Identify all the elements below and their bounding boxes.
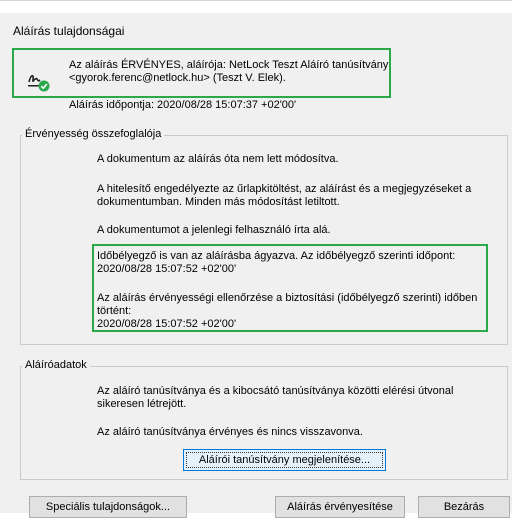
signer-chain-line1: Az aláíró tanúsítványa és a kibocsátó ta… xyxy=(97,385,454,397)
top-divider xyxy=(0,0,512,1)
show-signer-certificate-button[interactable]: Aláírói tanúsítvány megjelenítése... xyxy=(183,449,386,471)
validity-permissions-line1: A hitelesítő engedélyezte az űrlapkitölt… xyxy=(97,183,472,195)
validate-signature-button[interactable]: Aláírás érvényesítése xyxy=(275,496,405,518)
close-button[interactable]: Bezárás xyxy=(418,496,510,518)
timestamp-embedded-text: Időbélyegző is van az aláírásba ágyazva.… xyxy=(97,250,456,262)
signing-time: Aláírás időpontja: 2020/08/28 15:07:37 +… xyxy=(69,99,297,111)
timestamp-embedded-time: 2020/08/28 15:07:52 +02'00' xyxy=(97,263,237,275)
validity-permissions-line2: dokumentumban. Minden más módosítást let… xyxy=(97,196,340,208)
valid-signature-icon xyxy=(28,74,50,92)
validity-current-user-text: A dokumentumot a jelenlegi felhasználó í… xyxy=(97,224,331,236)
validity-unmodified-text: A dokumentum az aláírás óta nem lett mód… xyxy=(97,153,339,165)
dialog-title: Aláírás tulajdonságai xyxy=(13,24,125,38)
signature-status-text: Az aláírás ÉRVÉNYES, aláírója: NetLock T… xyxy=(69,59,389,71)
timestamp-validation-line1: Az aláírás érvényességi ellenőrzése a bi… xyxy=(97,292,478,304)
signer-info-label: Aláíróadatok xyxy=(22,359,90,371)
validity-summary-label: Érvényesség összefoglalója xyxy=(22,128,165,140)
special-properties-button[interactable]: Speciális tulajdonságok... xyxy=(29,496,187,518)
signer-chain-line2: sikeresen létrejött. xyxy=(97,398,187,410)
timestamp-validation-time: 2020/08/28 15:07:52 +02'00' xyxy=(97,318,237,330)
timestamp-validation-line2: történt: xyxy=(97,305,132,317)
signer-cert-valid-text: Az aláíró tanúsítványa érvényes és nincs… xyxy=(97,426,363,438)
signer-email-text: <gyorok.ferenc@netlock.hu> (Teszt V. Ele… xyxy=(69,72,286,84)
